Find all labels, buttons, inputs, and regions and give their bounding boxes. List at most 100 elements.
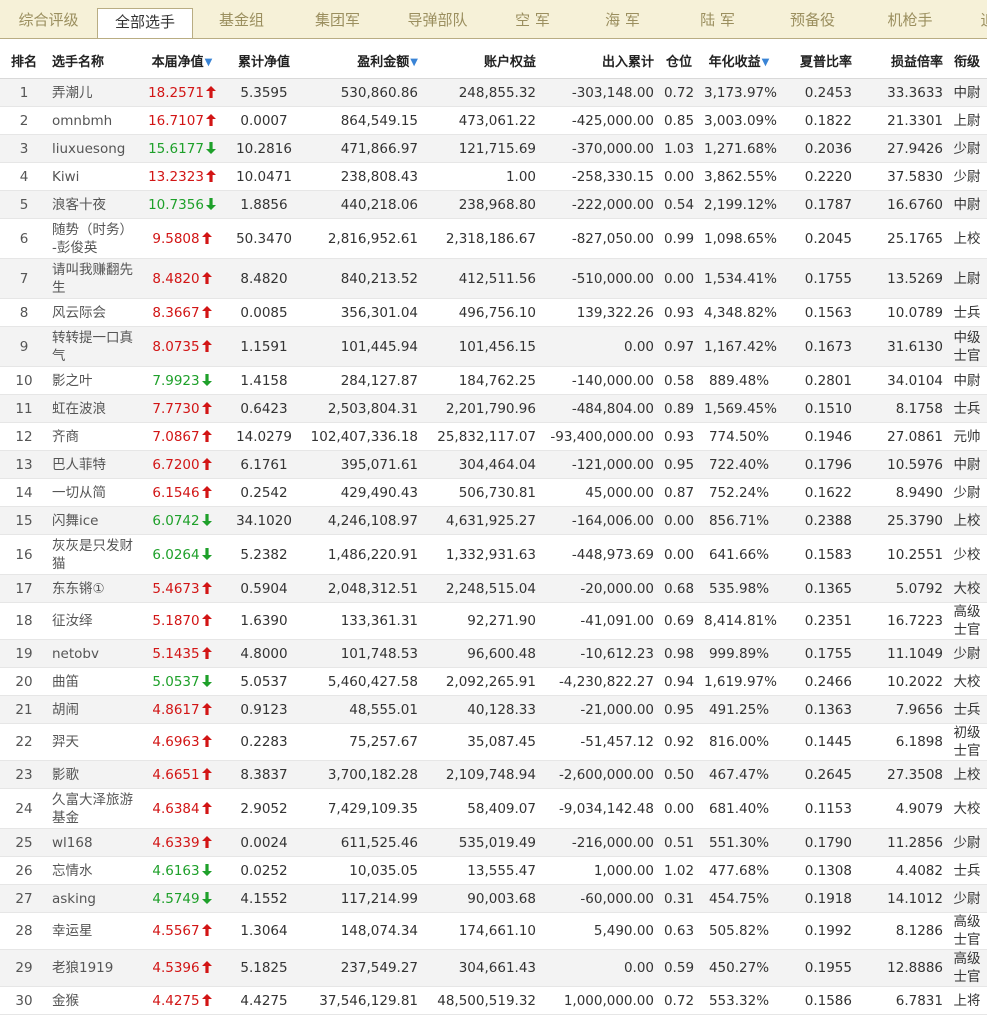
arrow-up-icon bbox=[201, 767, 212, 780]
column-header-nav[interactable]: 本届净值▼ bbox=[140, 42, 224, 79]
cell-name[interactable]: Kiwi bbox=[48, 162, 140, 191]
cell-equity: 4,631,925.27 bbox=[422, 506, 540, 535]
cell-name[interactable]: 忘情水 bbox=[48, 856, 140, 885]
table-row[interactable]: 5 浪客十夜 10.7356 1.8856 440,218.06 238,968.80 -2… bbox=[0, 190, 987, 219]
cell-name[interactable]: 巴人菲特 bbox=[48, 450, 140, 479]
cell-name[interactable]: 随势（时务）-彭俊英 bbox=[48, 218, 140, 259]
cell-name[interactable]: 风云际会 bbox=[48, 298, 140, 327]
table-row[interactable]: 28 幸运星 4.5567 1.3064 148,074.34 174,661.10 5,4… bbox=[0, 912, 987, 950]
cell-name[interactable]: 金猴 bbox=[48, 986, 140, 1015]
table-row[interactable]: 20 曲笛 5.0537 5.0537 5,460,427.58 2,092,265.91… bbox=[0, 667, 987, 696]
table-row[interactable]: 4 Kiwi 13.2323 10.0471 238,808.43 1.00 -258,33… bbox=[0, 162, 987, 191]
tab-3[interactable]: 集团军 bbox=[290, 6, 385, 38]
cell-name[interactable]: 一切从简 bbox=[48, 478, 140, 507]
cell-equity: 25,832,117.07 bbox=[422, 422, 540, 451]
tab-10[interactable]: 追 bbox=[968, 6, 987, 38]
cell-name[interactable]: 曲笛 bbox=[48, 667, 140, 696]
cell-name[interactable]: 请叫我赚翻先生 bbox=[48, 258, 140, 299]
sort-down-icon[interactable]: ▼ bbox=[410, 57, 418, 68]
table-row[interactable]: 19 netobv 5.1435 4.8000 101,748.53 96,600.48-… bbox=[0, 639, 987, 668]
table-row[interactable]: 17 东东锵① 5.4673 0.5904 2,048,312.51 2,248,515.… bbox=[0, 574, 987, 603]
cell-cum-nav: 0.9123 bbox=[224, 695, 304, 724]
cell-rank: 26 bbox=[0, 856, 48, 885]
cell-rank-title: 少尉 bbox=[947, 162, 987, 191]
table-row[interactable]: 29 老狼1919 4.5396 5.1825 237,549.27 304,661.43… bbox=[0, 949, 987, 987]
cell-position: 0.59 bbox=[658, 949, 700, 987]
cell-profit: 238,808.43 bbox=[304, 162, 422, 191]
column-header-label: 选手名称 bbox=[52, 54, 105, 70]
cell-rank-title: 士兵 bbox=[947, 298, 987, 327]
cell-name[interactable]: 老狼1919 bbox=[48, 949, 140, 987]
cell-name[interactable]: omnbmh bbox=[48, 106, 140, 135]
cell-name[interactable]: 虹在波浪 bbox=[48, 394, 140, 423]
cell-cum-nav: 4.4275 bbox=[224, 986, 304, 1015]
cell-name[interactable]: 闪舞ice bbox=[48, 506, 140, 535]
cell-profit: 1,486,220.91 bbox=[304, 534, 422, 575]
cell-pl-ratio: 34.0104 bbox=[856, 366, 947, 395]
table-row[interactable]: 9 转转提一口真气 8.0735 1.1591 101,445.94 101,456.15… bbox=[0, 326, 987, 367]
cell-name[interactable]: 齐商 bbox=[48, 422, 140, 451]
table-row[interactable]: 24 久富大泽旅游基金 4.6384 2.9052 7,429,109.35 58,409… bbox=[0, 788, 987, 829]
table-row[interactable]: 14 一切从简 6.1546 0.2542 429,490.43 506,730.81 45… bbox=[0, 478, 987, 507]
cell-pl-ratio: 8.9490 bbox=[856, 478, 947, 507]
sort-down-icon[interactable]: ▼ bbox=[762, 57, 770, 68]
table-row[interactable]: 30 金猴 4.4275 4.4275 37,546,129.81 48,500,519.… bbox=[0, 986, 987, 1015]
table-row[interactable]: 8 风云际会 8.3667 0.0085 356,301.04 496,756.10 139… bbox=[0, 298, 987, 327]
table-row[interactable]: 2 omnbmh 16.7107 0.0007 864,549.15 473,061.22… bbox=[0, 106, 987, 135]
cell-position: 0.99 bbox=[658, 218, 700, 259]
column-header-profit[interactable]: 盈利金额▼ bbox=[304, 42, 422, 79]
table-row[interactable]: 23 影歌 4.6651 8.3837 3,700,182.28 2,109,748.94… bbox=[0, 760, 987, 789]
cell-name[interactable]: 灰灰是只发财猫 bbox=[48, 534, 140, 575]
table-row[interactable]: 3 liuxuesong 15.6177 10.2816 471,866.97 121,7… bbox=[0, 134, 987, 163]
table-row[interactable]: 22 羿天 4.6963 0.2283 75,257.67 35,087.45 -51,45… bbox=[0, 723, 987, 761]
tab-5[interactable]: 空 军 bbox=[490, 6, 575, 38]
table-row[interactable]: 6 随势（时务）-彭俊英 9.5808 50.3470 2,816,952.61 2,31… bbox=[0, 218, 987, 259]
cell-name[interactable]: liuxuesong bbox=[48, 134, 140, 163]
tab-6[interactable]: 海 军 bbox=[575, 6, 670, 38]
table-row[interactable]: 12 齐商 7.0867 14.0279 102,407,336.18 25,832,11… bbox=[0, 422, 987, 451]
tab-8[interactable]: 预备役 bbox=[765, 6, 860, 38]
cell-name[interactable]: 久富大泽旅游基金 bbox=[48, 788, 140, 829]
cell-name[interactable]: netobv bbox=[48, 639, 140, 668]
tab-7[interactable]: 陆 军 bbox=[670, 6, 765, 38]
tab-0[interactable]: 综合评级 bbox=[0, 6, 97, 38]
cell-profit: 429,490.43 bbox=[304, 478, 422, 507]
table-row[interactable]: 21 胡闹 4.8617 0.9123 48,555.01 40,128.33 -21,00… bbox=[0, 695, 987, 724]
tab-1[interactable]: 全部选手 bbox=[97, 8, 193, 38]
tab-9[interactable]: 机枪手 bbox=[860, 6, 960, 38]
cell-sharpe: 0.1308 bbox=[778, 856, 856, 885]
cell-name[interactable]: 东东锵① bbox=[48, 574, 140, 603]
table-row[interactable]: 11 虹在波浪 7.7730 0.6423 2,503,804.31 2,201,790.… bbox=[0, 394, 987, 423]
cell-name[interactable]: 胡闹 bbox=[48, 695, 140, 724]
cell-name[interactable]: 影之叶 bbox=[48, 366, 140, 395]
cell-name[interactable]: 征汝绎 bbox=[48, 602, 140, 640]
table-row[interactable]: 26 忘情水 4.6163 0.0252 10,035.05 13,555.47 1,000… bbox=[0, 856, 987, 885]
cell-sharpe: 0.1796 bbox=[778, 450, 856, 479]
column-header-annual[interactable]: 年化收益▼ bbox=[700, 42, 778, 79]
cell-flow: -140,000.00 bbox=[540, 366, 658, 395]
cell-rank-title: 高级士官 bbox=[947, 602, 987, 640]
table-row[interactable]: 25 wl168 4.6339 0.0024 611,525.46 535,019.49-… bbox=[0, 828, 987, 857]
table-row[interactable]: 16 灰灰是只发财猫 6.0264 5.2382 1,486,220.91 1,332,9… bbox=[0, 534, 987, 575]
table-row[interactable]: 13 巴人菲特 6.7200 6.1761 395,071.61 304,464.04 -1… bbox=[0, 450, 987, 479]
cell-equity: 58,409.07 bbox=[422, 788, 540, 829]
cell-name[interactable]: 羿天 bbox=[48, 723, 140, 761]
table-row[interactable]: 1 弄潮儿 18.2571 5.3595 530,860.86 248,855.32 -30… bbox=[0, 78, 987, 107]
cell-name[interactable]: wl168 bbox=[48, 828, 140, 857]
cell-name[interactable]: 影歌 bbox=[48, 760, 140, 789]
sort-down-icon[interactable]: ▼ bbox=[205, 57, 213, 68]
tab-2[interactable]: 基金组 bbox=[193, 6, 290, 38]
cell-name[interactable]: 弄潮儿 bbox=[48, 78, 140, 107]
cell-name[interactable]: 幸运星 bbox=[48, 912, 140, 950]
table-row[interactable]: 27 asking 4.5749 4.1552 117,214.99 90,003.68-… bbox=[0, 884, 987, 913]
table-row[interactable]: 18 征汝绎 5.1870 1.6390 133,361.31 92,271.90 -41,… bbox=[0, 602, 987, 640]
table-row[interactable]: 15 闪舞ice 6.0742 34.1020 4,246,108.97 4,631,92… bbox=[0, 506, 987, 535]
cell-name[interactable]: asking bbox=[48, 884, 140, 913]
tab-4[interactable]: 导弹部队 bbox=[385, 6, 490, 38]
table-row[interactable]: 10 影之叶 7.9923 1.4158 284,127.87 184,762.25 -14… bbox=[0, 366, 987, 395]
cell-rank: 16 bbox=[0, 534, 48, 575]
cell-name[interactable]: 浪客十夜 bbox=[48, 190, 140, 219]
table-row[interactable]: 7 请叫我赚翻先生 8.4820 8.4820 840,213.52 412,511.56… bbox=[0, 258, 987, 299]
cell-name[interactable]: 转转提一口真气 bbox=[48, 326, 140, 367]
cell-flow: 0.00 bbox=[540, 949, 658, 987]
